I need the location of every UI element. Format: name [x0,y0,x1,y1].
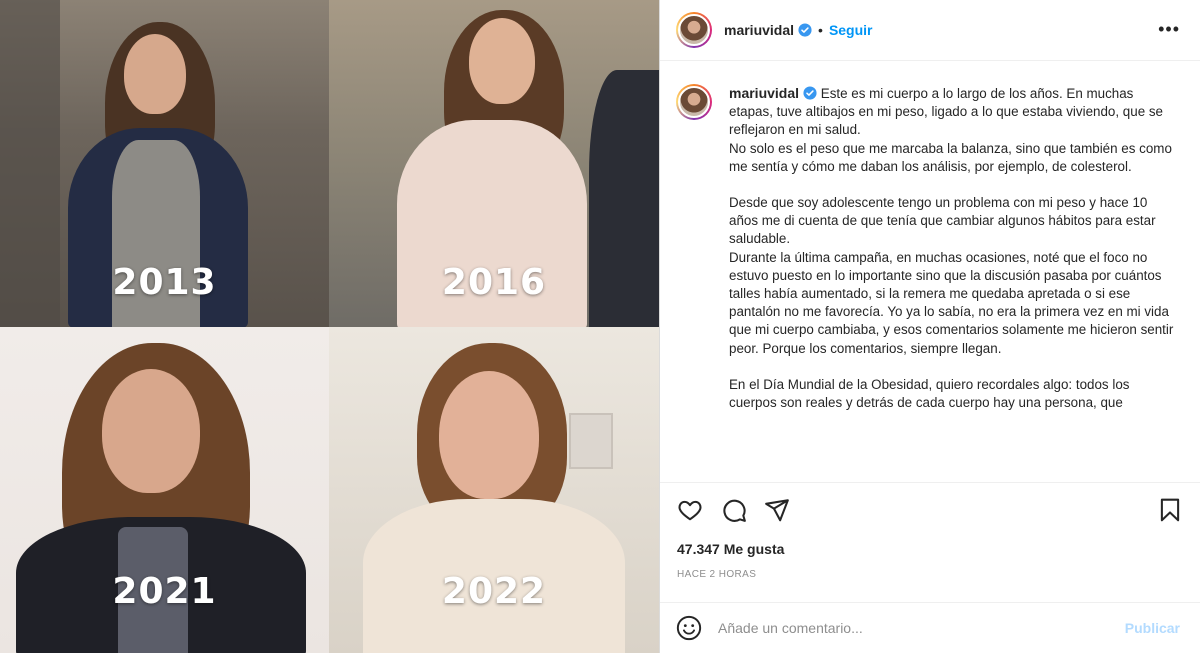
caption-paragraph: mariuvidal Este es mi cuerpo a lo largo … [729,84,1179,140]
avatar-image [678,86,710,118]
username-link[interactable]: mariuvidal [724,22,794,38]
separator-dot: • [818,22,823,38]
post-actions [660,482,1200,537]
comment-input[interactable] [718,620,1125,636]
publish-button[interactable]: Publicar [1125,620,1180,636]
post-caption: mariuvidal Este es mi cuerpo a lo largo … [660,62,1200,482]
photo-2021: 2021 [0,327,329,653]
more-options-icon[interactable]: ••• [1158,19,1180,40]
caption-text: mariuvidal Este es mi cuerpo a lo largo … [729,84,1179,482]
follow-button[interactable]: Seguir [829,22,873,38]
post-panel: mariuvidal • Seguir ••• mariuvidal Este … [659,0,1200,653]
caption-paragraph-3: Desde que soy adolescente tengo un probl… [729,195,1156,247]
share-send-icon[interactable] [764,497,790,523]
save-bookmark-icon[interactable] [1157,497,1183,523]
like-heart-icon[interactable] [677,497,703,523]
caption-paragraph-5: En el Día Mundial de la Obesidad, quiero… [729,376,1130,411]
figure-face [102,369,200,493]
year-label: 2022 [441,571,547,612]
avatar[interactable] [676,12,712,48]
post-image-collage[interactable]: 2013 2016 2021 2022 [0,0,659,653]
verified-badge-icon [798,23,812,37]
avatar-image [678,14,710,46]
caption-paragraph-4: Durante la última campaña, en muchas oca… [729,249,1174,356]
photo-2016: 2016 [329,0,659,327]
post-header: mariuvidal • Seguir ••• [660,0,1200,61]
caption-paragraph-2: No solo es el peso que me marcaba la bal… [729,140,1172,174]
likes-count[interactable]: 47.347 Me gusta [677,541,784,557]
year-label: 2016 [441,262,547,303]
year-label: 2013 [112,262,217,303]
caption-username-link[interactable]: mariuvidal [729,85,799,101]
photo-2013: 2013 [0,0,329,327]
figure-face [124,34,186,114]
wall-frame [569,413,613,469]
caption-avatar[interactable] [676,84,712,120]
photo-2022: 2022 [329,327,659,653]
figure-face [469,18,535,104]
comment-bar: Publicar [660,602,1200,653]
emoji-icon[interactable] [676,615,702,641]
post-timestamp[interactable]: HACE 2 HORAS [677,569,756,580]
comment-icon[interactable] [721,497,747,523]
verified-badge-icon [803,86,817,100]
figure-face [439,371,539,499]
year-label: 2021 [112,571,217,612]
